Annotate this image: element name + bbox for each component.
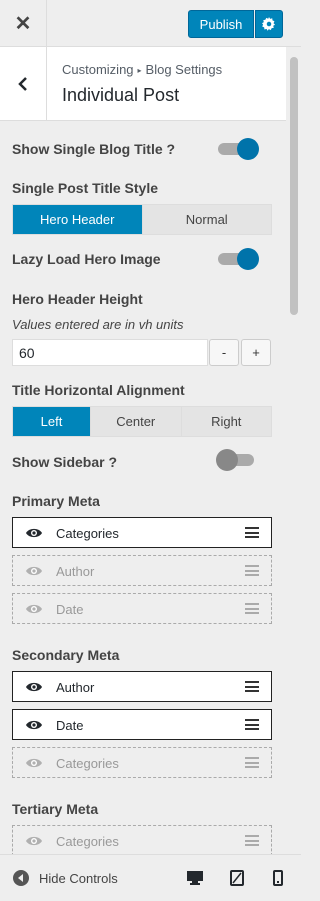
toggle-knob	[237, 138, 259, 160]
breadcrumb: Customizing ▸ Blog Settings	[62, 62, 222, 77]
tertiary-meta-label: Tertiary Meta	[12, 801, 99, 817]
tablet-icon	[230, 870, 244, 886]
section-title: Individual Post	[62, 85, 180, 105]
hero-header-height-label: Hero Header Height	[12, 291, 143, 307]
tertiary-meta-item-categories[interactable]: Categories	[12, 825, 272, 854]
primary-meta-item-categories[interactable]: Categories	[12, 517, 272, 548]
hero-height-increment-button[interactable]: +	[241, 339, 271, 366]
hero-header-height-description: Values entered are in vh units	[12, 317, 184, 332]
toggle-knob	[237, 248, 259, 270]
breadcrumb-section: Blog Settings	[145, 62, 223, 77]
breadcrumb-root: Customizing	[62, 62, 134, 77]
hero-height-decrement-button[interactable]: -	[209, 339, 239, 366]
eye-icon[interactable]	[25, 718, 43, 732]
drag-handle-icon[interactable]	[245, 719, 259, 730]
meta-item-label: Date	[56, 602, 84, 617]
show-single-blog-title-toggle[interactable]	[216, 137, 260, 161]
show-sidebar-toggle[interactable]	[216, 448, 260, 472]
eye-icon[interactable]	[25, 756, 43, 770]
title-style-option-normal[interactable]: Normal	[143, 205, 272, 234]
mobile-preview-button[interactable]	[267, 867, 289, 889]
eye-icon[interactable]	[25, 526, 43, 540]
title-horizontal-alignment-label: Title Horizontal Alignment	[12, 382, 185, 398]
drag-handle-icon[interactable]	[245, 527, 259, 538]
secondary-meta-item-date[interactable]: Date	[12, 709, 272, 740]
show-single-blog-title-label: Show Single Blog Title ?	[12, 141, 176, 157]
meta-item-label: Categories	[56, 756, 119, 771]
tablet-preview-button[interactable]	[226, 867, 248, 889]
secondary-meta-item-categories[interactable]: Categories	[12, 747, 272, 778]
meta-item-label: Date	[56, 718, 84, 733]
alignment-option-left[interactable]: Left	[13, 407, 91, 436]
hero-header-height-input[interactable]	[12, 339, 208, 366]
close-button[interactable]: ✕	[0, 0, 47, 47]
alignment-option-right[interactable]: Right	[182, 407, 272, 436]
primary-meta-item-date[interactable]: Date	[12, 593, 272, 624]
publish-settings-button[interactable]	[255, 10, 283, 38]
meta-item-label: Categories	[56, 834, 119, 849]
meta-item-label: Author	[56, 564, 95, 579]
customizer-topbar: ✕ Publish	[0, 0, 301, 47]
drag-handle-icon[interactable]	[245, 757, 259, 768]
eye-icon[interactable]	[25, 602, 43, 616]
section-header: Customizing ▸ Blog Settings Individual Pos…	[0, 47, 286, 121]
mobile-icon	[273, 870, 283, 886]
primary-meta-label: Primary Meta	[12, 493, 100, 509]
meta-item-label: Author	[56, 680, 95, 695]
primary-meta-item-author[interactable]: Author	[12, 555, 272, 586]
collapse-icon	[13, 870, 29, 886]
close-icon: ✕	[14, 13, 32, 35]
desktop-preview-button[interactable]	[184, 867, 206, 889]
back-button[interactable]	[0, 47, 47, 120]
show-sidebar-label: Show Sidebar ?	[12, 454, 118, 470]
title-alignment-selector: Left Center Right	[12, 406, 272, 437]
alignment-option-center[interactable]: Center	[91, 407, 182, 436]
breadcrumb-separator-icon: ▸	[137, 66, 142, 76]
lazy-load-hero-image-toggle[interactable]	[216, 247, 260, 271]
secondary-meta-label: Secondary Meta	[12, 647, 120, 663]
hide-controls-label: Hide Controls	[39, 870, 118, 886]
chevron-left-icon	[18, 76, 27, 91]
customizer-footer: Hide Controls	[0, 854, 301, 901]
hide-controls-button[interactable]: Hide Controls	[13, 870, 118, 886]
drag-handle-icon[interactable]	[245, 681, 259, 692]
meta-item-label: Categories	[56, 526, 119, 541]
lazy-load-hero-image-label: Lazy Load Hero Image	[12, 251, 161, 267]
secondary-meta-item-author[interactable]: Author	[12, 671, 272, 702]
single-post-title-style-selector: Hero Header Normal	[12, 204, 272, 235]
toggle-knob	[216, 449, 238, 471]
controls-panel: Show Single Blog Title ? Single Post Tit…	[0, 121, 286, 854]
eye-icon[interactable]	[25, 564, 43, 578]
gear-icon	[262, 17, 276, 31]
drag-handle-icon[interactable]	[245, 835, 259, 846]
title-style-option-hero-header[interactable]: Hero Header	[13, 205, 143, 234]
eye-icon[interactable]	[25, 834, 43, 848]
eye-icon[interactable]	[25, 680, 43, 694]
scrollbar[interactable]	[287, 47, 301, 854]
drag-handle-icon[interactable]	[245, 565, 259, 576]
publish-button[interactable]: Publish	[188, 10, 254, 38]
scrollbar-thumb[interactable]	[290, 57, 298, 315]
desktop-icon	[187, 871, 203, 885]
drag-handle-icon[interactable]	[245, 603, 259, 614]
single-post-title-style-label: Single Post Title Style	[12, 180, 159, 196]
